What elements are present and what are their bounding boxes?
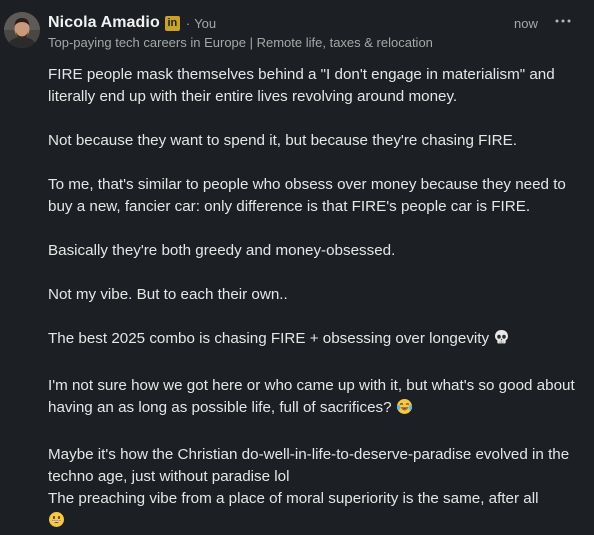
- relation-label: You: [194, 15, 217, 31]
- post-card: Nicola Amadio in · You Top-paying tech c…: [0, 0, 594, 530]
- post-paragraph-2: Not because they want to spend it, but b…: [48, 132, 517, 149]
- post-body: FIRE people mask themselves behind a "I …: [48, 64, 588, 535]
- ellipsis-icon: [555, 19, 571, 23]
- linkedin-badge-icon: in: [164, 15, 180, 31]
- post-paragraph-8: Maybe it's how the Christian do-well-in-…: [48, 444, 588, 535]
- avatar[interactable]: [4, 12, 40, 48]
- author-name[interactable]: Nicola Amadio: [48, 14, 160, 32]
- post-paragraph-4: Basically they're both greedy and money-…: [48, 242, 396, 259]
- post-paragraph-7-text: I'm not sure how we got here or who came…: [48, 377, 575, 416]
- post-paragraph-3: To me, that's similar to people who obse…: [48, 176, 566, 215]
- author-row: Nicola Amadio in · You: [48, 13, 584, 33]
- post-paragraph-6-text: The best 2025 combo is chasing FIRE + ob…: [48, 330, 490, 347]
- separator-dot: ·: [185, 15, 191, 31]
- post-paragraph-5: Not my vibe. But to each their own..: [48, 286, 288, 303]
- post-header: Nicola Amadio in · You Top-paying tech c…: [48, 13, 584, 53]
- skull-icon: [493, 329, 510, 353]
- post-paragraph-8-text: Maybe it's how the Christian do-well-in-…: [48, 446, 570, 507]
- post-timestamp: now: [514, 16, 538, 31]
- more-options-button[interactable]: [553, 13, 573, 29]
- tears-of-joy-icon: [396, 398, 413, 422]
- author-headline: Top-paying tech careers in Europe | Remo…: [48, 35, 433, 50]
- post-paragraph-1: FIRE people mask themselves behind a "I …: [48, 66, 555, 105]
- post-paragraph-7: I'm not sure how we got here or who came…: [48, 375, 588, 422]
- post-paragraph-6: The best 2025 combo is chasing FIRE + ob…: [48, 328, 588, 353]
- grinning-icon: [48, 511, 65, 535]
